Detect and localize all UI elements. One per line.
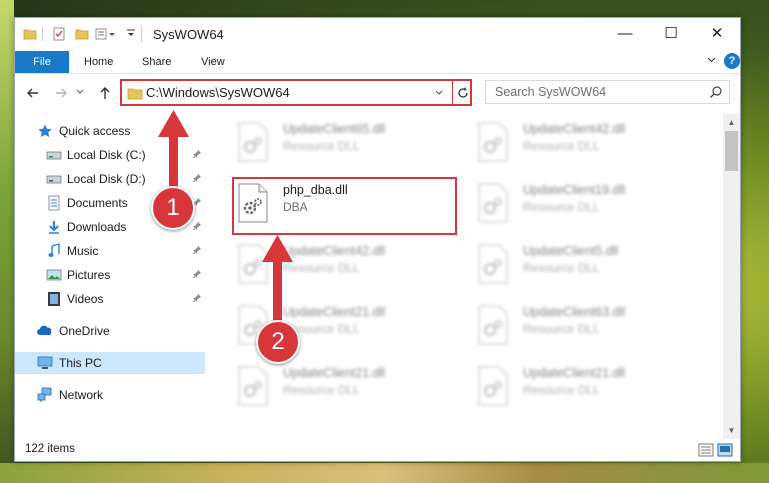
annotation-arrows [158, 110, 293, 324]
arrow-1 [158, 110, 189, 195]
arrow-2 [262, 235, 293, 324]
callout-2: 2 [256, 320, 300, 364]
callout-1: 1 [151, 186, 195, 230]
